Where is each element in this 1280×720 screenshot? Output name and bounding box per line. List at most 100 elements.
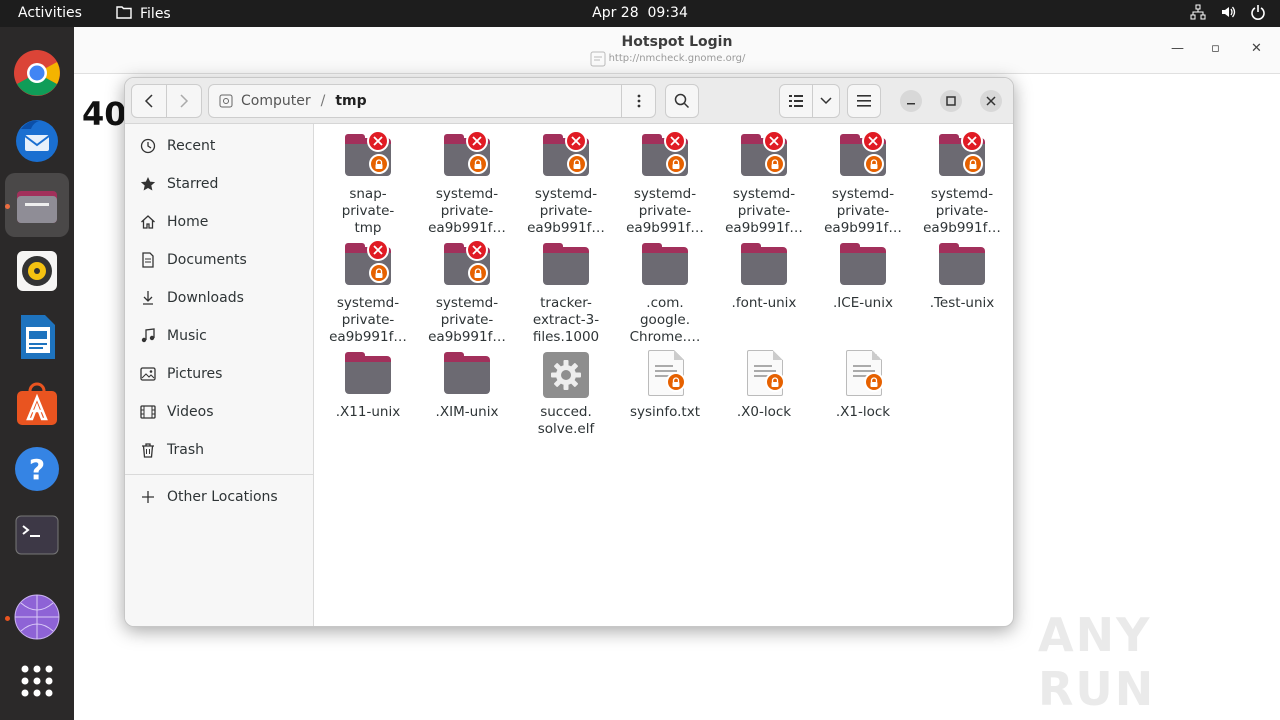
help-launcher[interactable]: ?: [5, 437, 69, 501]
file-item[interactable]: systemd-private-ea9b991f…: [518, 130, 614, 237]
software-launcher[interactable]: [5, 371, 69, 435]
unreadable-emblem-icon: [367, 239, 389, 261]
chrome-launcher[interactable]: [5, 41, 69, 105]
show-applications-button[interactable]: [5, 649, 69, 713]
file-name-line: systemd-: [633, 186, 697, 202]
clock-time: 09:34: [647, 5, 688, 21]
app-menu[interactable]: Files: [116, 5, 171, 23]
folder-icon: [541, 130, 591, 182]
file-name-line: tmp: [354, 220, 382, 236]
file-item[interactable]: .Test-unix: [914, 241, 1010, 312]
sidebar-item-label: Music: [167, 328, 207, 344]
thunderbird-launcher[interactable]: [5, 107, 69, 171]
file-item[interactable]: systemd-private-ea9b991f…: [815, 130, 911, 237]
file-item[interactable]: systemd-private-ea9b991f…: [419, 239, 515, 346]
file-item[interactable]: .XIM-unix: [419, 350, 515, 421]
path-menu-button[interactable]: [621, 85, 655, 117]
file-item[interactable]: .font-unix: [716, 241, 812, 312]
terminal-launcher[interactable]: [5, 503, 69, 567]
file-item[interactable]: sysinfo.txt: [617, 350, 713, 421]
text-file-icon: [739, 350, 789, 400]
network-app-launcher[interactable]: [5, 585, 69, 649]
view-options-button[interactable]: [812, 84, 840, 118]
activities-button[interactable]: Activities: [18, 5, 82, 21]
trash-icon: [139, 441, 157, 459]
rhythmbox-launcher[interactable]: [5, 239, 69, 303]
browser-minimize-button[interactable]: —: [1171, 41, 1184, 56]
file-name: tracker-extract-3- files.1000: [518, 295, 614, 346]
file-name-line: ea9b991f…: [824, 220, 902, 236]
sidebar-item-home[interactable]: Home: [135, 206, 305, 238]
drive-icon: [219, 94, 233, 108]
file-item[interactable]: .com. google. Chrome.…: [617, 241, 713, 346]
search-icon: [674, 93, 690, 109]
chrome-icon: [14, 50, 60, 96]
svg-text:?: ?: [29, 453, 45, 486]
back-button[interactable]: [131, 84, 167, 118]
file-item[interactable]: systemd-private-ea9b991f…: [914, 130, 1010, 237]
folder-icon: [838, 130, 888, 182]
file-name-line: private-: [935, 203, 989, 219]
file-item[interactable]: .X1-lock: [815, 350, 911, 421]
system-tray[interactable]: [1190, 4, 1266, 24]
file-item[interactable]: systemd-private-ea9b991f…: [320, 239, 416, 346]
file-name: succed. solve.elf: [518, 404, 614, 438]
maximize-button[interactable]: [940, 90, 962, 112]
forward-button[interactable]: [166, 84, 202, 118]
writer-launcher[interactable]: [5, 305, 69, 369]
sidebar-item-recent[interactable]: Recent: [135, 130, 305, 162]
sidebar-item-trash[interactable]: Trash: [135, 434, 305, 466]
sidebar-item-pictures[interactable]: Pictures: [135, 358, 305, 390]
sidebar-item-downloads[interactable]: Downloads: [135, 282, 305, 314]
file-name: .X0-lock: [716, 404, 812, 421]
browser-close-button[interactable]: ✕: [1251, 41, 1262, 56]
file-item[interactable]: tracker-extract-3- files.1000: [518, 241, 614, 346]
sidebar-item-music[interactable]: Music: [135, 320, 305, 352]
file-item[interactable]: systemd-private-ea9b991f…: [716, 130, 812, 237]
lock-icon: [666, 372, 686, 392]
path-bar[interactable]: Computer / tmp: [208, 84, 656, 118]
file-name-line: .Test-unix: [929, 295, 995, 311]
unreadable-emblem-icon: [961, 130, 983, 152]
sidebar-item-label: Pictures: [167, 366, 223, 382]
file-name-line: ea9b991f…: [329, 329, 407, 345]
file-item[interactable]: succed. solve.elf: [518, 350, 614, 438]
file-name-line: .ICE-unix: [833, 295, 893, 311]
file-name-line: Chrome.…: [629, 329, 701, 345]
clock-button[interactable]: Apr 28 09:34: [592, 5, 688, 21]
sidebar-item-documents[interactable]: Documents: [135, 244, 305, 276]
file-item[interactable]: systemd-private-ea9b991f…: [419, 130, 515, 237]
files-launcher[interactable]: [5, 173, 69, 237]
sidebar-item-videos[interactable]: Videos: [135, 396, 305, 428]
lock-icon: [765, 154, 785, 174]
sidebar-item-label: Trash: [167, 442, 204, 458]
search-button[interactable]: [665, 84, 699, 118]
download-icon: [139, 289, 157, 307]
minimize-button[interactable]: [900, 90, 922, 112]
breadcrumb-computer[interactable]: Computer: [219, 93, 311, 109]
file-name: systemd-private-ea9b991f…: [419, 295, 515, 346]
sidebar-item-starred[interactable]: Starred: [135, 168, 305, 200]
text-file-icon: [640, 350, 690, 400]
breadcrumb-current[interactable]: tmp: [335, 93, 366, 109]
folder-icon: [937, 241, 987, 291]
close-button[interactable]: [980, 90, 1002, 112]
file-item[interactable]: .X11-unix: [320, 350, 416, 421]
file-item[interactable]: snap-private-tmp: [320, 130, 416, 237]
main-menu-button[interactable]: [847, 84, 881, 118]
unreadable-emblem-icon: [862, 130, 884, 152]
file-name-line: private-: [440, 312, 494, 328]
sidebar-item-other-locations[interactable]: Other Locations: [135, 481, 305, 513]
file-name: systemd-private-ea9b991f…: [320, 295, 416, 346]
file-item[interactable]: .ICE-unix: [815, 241, 911, 312]
file-name-line: systemd-: [435, 186, 499, 202]
list-view-button[interactable]: [779, 84, 813, 118]
file-item[interactable]: systemd-private-ea9b991f…: [617, 130, 713, 237]
folder-icon: [442, 350, 492, 400]
clock: Apr 28 09:34: [0, 5, 1280, 21]
file-name-line: ea9b991f…: [428, 220, 506, 236]
folder-icon: [442, 239, 492, 291]
forward-icon: [180, 94, 189, 108]
file-item[interactable]: .X0-lock: [716, 350, 812, 421]
browser-maximize-button[interactable]: ▫: [1211, 41, 1220, 56]
